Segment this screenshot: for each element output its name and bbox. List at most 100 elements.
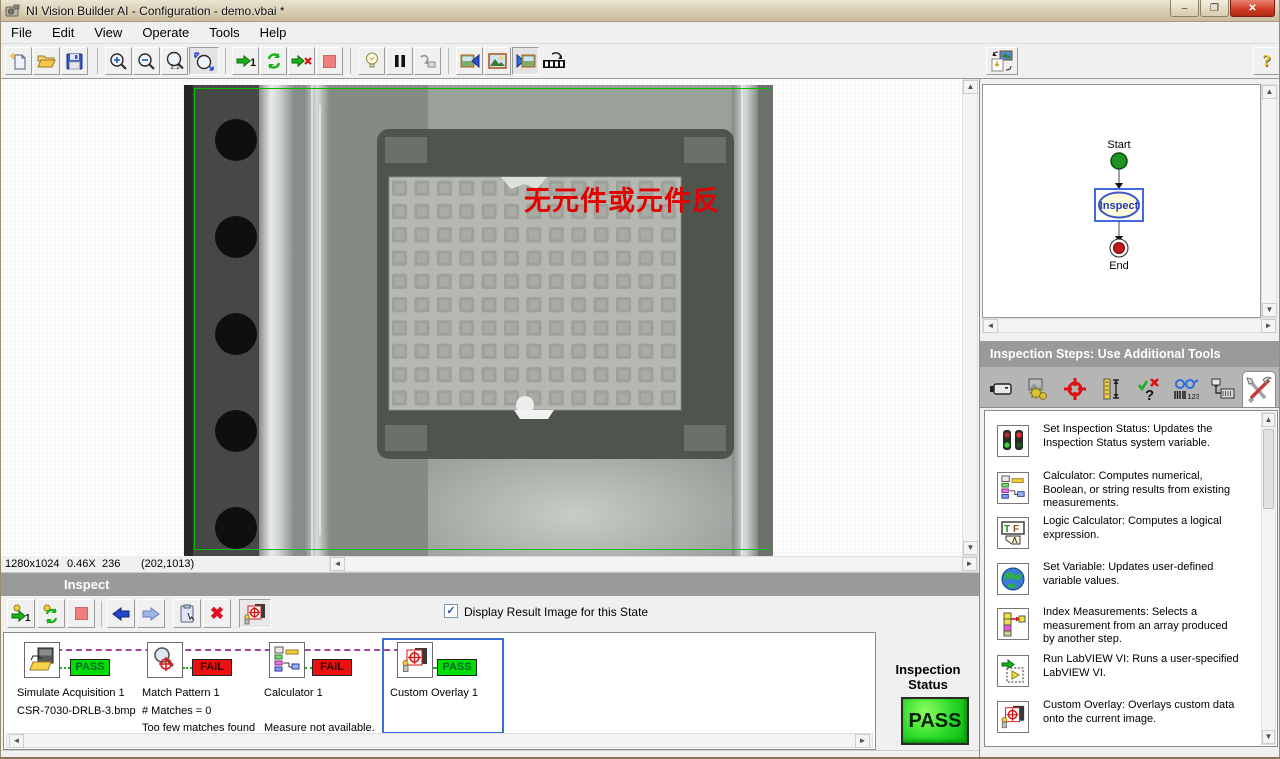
inspection-image[interactable]: 无元件或元件反: [184, 85, 773, 556]
loop-state-button[interactable]: [37, 599, 65, 628]
run-state-once-button[interactable]: 1: [7, 599, 35, 628]
open-inspection-button[interactable]: [33, 47, 60, 75]
zoom-fit-button[interactable]: [189, 47, 219, 75]
tab-acquire-images[interactable]: [984, 372, 1018, 406]
step-label[interactable]: Custom Overlay 1: [390, 687, 478, 699]
new-inspection-button[interactable]: [5, 47, 32, 75]
help-button[interactable]: ?: [1253, 47, 1280, 75]
stop-button[interactable]: [316, 47, 343, 75]
inspection-status-label: Inspection: [877, 662, 979, 677]
step-simulate-acquisition[interactable]: [24, 642, 60, 678]
diagnostics-button[interactable]: [358, 47, 385, 75]
scroll-right-arrow[interactable]: ►: [962, 557, 977, 571]
tools-list-scrollbar[interactable]: ▲ ▼: [1261, 412, 1276, 745]
run-once-button[interactable]: 1: [232, 47, 259, 75]
minimize-button[interactable]: –: [1170, 0, 1199, 17]
step-custom-overlay[interactable]: [397, 642, 433, 678]
run-until-fail-icon: [291, 54, 313, 68]
scroll-left-arrow[interactable]: ◄: [330, 557, 345, 571]
pause-button[interactable]: [386, 47, 413, 75]
step-match-pattern[interactable]: [147, 642, 183, 678]
locate-crosshair-icon: [1063, 377, 1087, 401]
image-vertical-scrollbar[interactable]: ▲ ▼: [962, 79, 978, 556]
menu-view[interactable]: View: [84, 23, 132, 42]
display-result-checkbox[interactable]: ✓: [444, 604, 458, 618]
run-loop-button[interactable]: [260, 47, 287, 75]
zoom-in-button[interactable]: [105, 47, 132, 75]
custom-overlay-tool-icon: [243, 602, 267, 626]
tab-locate-features[interactable]: [1058, 372, 1092, 406]
state-diagram-canvas[interactable]: Start Inspect End: [982, 84, 1261, 318]
selected-step-tool-button[interactable]: [239, 599, 271, 628]
tool-description: Calculator: Computes numerical, Boolean,…: [1043, 470, 1241, 511]
save-inspection-button[interactable]: [61, 47, 88, 75]
title-bar[interactable]: NI Vision Builder AI - Configuration - d…: [1, 0, 1280, 22]
tab-identify-parts[interactable]: 123: [1169, 372, 1203, 406]
close-button[interactable]: ✕: [1230, 0, 1275, 17]
scrollbar-thumb[interactable]: [1263, 429, 1274, 509]
maximize-button[interactable]: ❐: [1200, 0, 1229, 17]
copy-step-button[interactable]: [173, 599, 201, 628]
tab-measure-features[interactable]: [1095, 372, 1129, 406]
start-node[interactable]: [1111, 153, 1127, 169]
previous-step-button[interactable]: [107, 599, 135, 628]
scroll-up-arrow[interactable]: ▲: [963, 80, 978, 94]
scroll-right-arrow[interactable]: ►: [855, 734, 870, 748]
zoom-1to1-icon: 1:1: [165, 51, 185, 71]
step-label[interactable]: Match Pattern 1: [142, 687, 220, 699]
tools-panel-title: Inspection Steps: Use Additional Tools: [990, 347, 1221, 361]
communicate-icon: [1210, 377, 1236, 401]
calculator-icon: [997, 472, 1029, 504]
steps-horizontal-scrollbar[interactable]: ◄ ►: [6, 733, 873, 748]
scroll-down-arrow[interactable]: ▼: [1262, 730, 1275, 744]
previous-image-button[interactable]: [456, 47, 483, 75]
scroll-left-arrow[interactable]: ◄: [9, 734, 24, 748]
tool-description: Set Variable: Updates user-defined varia…: [1043, 561, 1241, 588]
logic-calculator-icon: T F Λ: [997, 517, 1029, 549]
scroll-down-arrow[interactable]: ▼: [963, 541, 978, 555]
run-until-fail-button[interactable]: [288, 47, 315, 75]
zoom-one-to-one-button[interactable]: 1:1: [161, 47, 188, 75]
state-toolbar: 1: [1, 596, 979, 632]
step-button[interactable]: [414, 47, 441, 75]
svg-text:123: 123: [1188, 392, 1200, 401]
scroll-up-arrow[interactable]: ▲: [1262, 85, 1277, 99]
tools-list: Set Inspection Status: Updates the Inspe…: [984, 410, 1278, 747]
record-images-button[interactable]: [540, 47, 567, 75]
toolbar-separator: [225, 48, 226, 74]
image-horizontal-scrollbar[interactable]: ◄ ►: [329, 556, 978, 572]
zoom-out-icon: [137, 52, 156, 71]
tab-enhance-images[interactable]: [1021, 372, 1055, 406]
toolbar-separator: [448, 48, 449, 74]
zoom-out-button[interactable]: [133, 47, 160, 75]
scroll-up-arrow[interactable]: ▲: [1262, 413, 1275, 427]
switch-view-button[interactable]: [986, 47, 1018, 75]
diagram-vertical-scrollbar[interactable]: ▲ ▼: [1261, 84, 1277, 318]
menu-edit[interactable]: Edit: [42, 23, 84, 42]
scroll-down-arrow[interactable]: ▼: [1262, 303, 1277, 317]
next-image-button[interactable]: [512, 47, 539, 75]
next-step-button[interactable]: [137, 599, 165, 628]
image-display-panel[interactable]: 无元件或元件反 ▲ ▼: [1, 79, 979, 556]
tool-description: Index Measurements: Selects a measuremen…: [1043, 606, 1241, 647]
tab-use-additional-tools[interactable]: [1242, 371, 1276, 407]
scroll-left-arrow[interactable]: ◄: [983, 319, 998, 333]
menu-tools[interactable]: Tools: [199, 23, 249, 42]
scroll-right-arrow[interactable]: ►: [1261, 319, 1276, 333]
menu-file[interactable]: File: [1, 23, 42, 42]
menu-help[interactable]: Help: [250, 23, 297, 42]
diagram-horizontal-scrollbar[interactable]: ◄ ►: [982, 318, 1277, 333]
end-node[interactable]: [1114, 243, 1125, 254]
step-label[interactable]: Simulate Acquisition 1: [17, 687, 125, 699]
tab-communicate[interactable]: [1206, 372, 1240, 406]
delete-step-button[interactable]: ✖: [203, 599, 231, 628]
image-resolution: 1280x1024: [5, 558, 59, 570]
tab-check-presence[interactable]: ?: [1132, 372, 1166, 406]
stop-state-button[interactable]: [67, 599, 95, 628]
step-calculator[interactable]: [269, 642, 305, 678]
step-label[interactable]: Calculator 1: [264, 687, 323, 699]
browse-images-button[interactable]: [484, 47, 511, 75]
inspection-status-label: Status: [877, 677, 979, 692]
tools-wrench-hammer-icon: [1245, 376, 1273, 404]
menu-operate[interactable]: Operate: [132, 23, 199, 42]
